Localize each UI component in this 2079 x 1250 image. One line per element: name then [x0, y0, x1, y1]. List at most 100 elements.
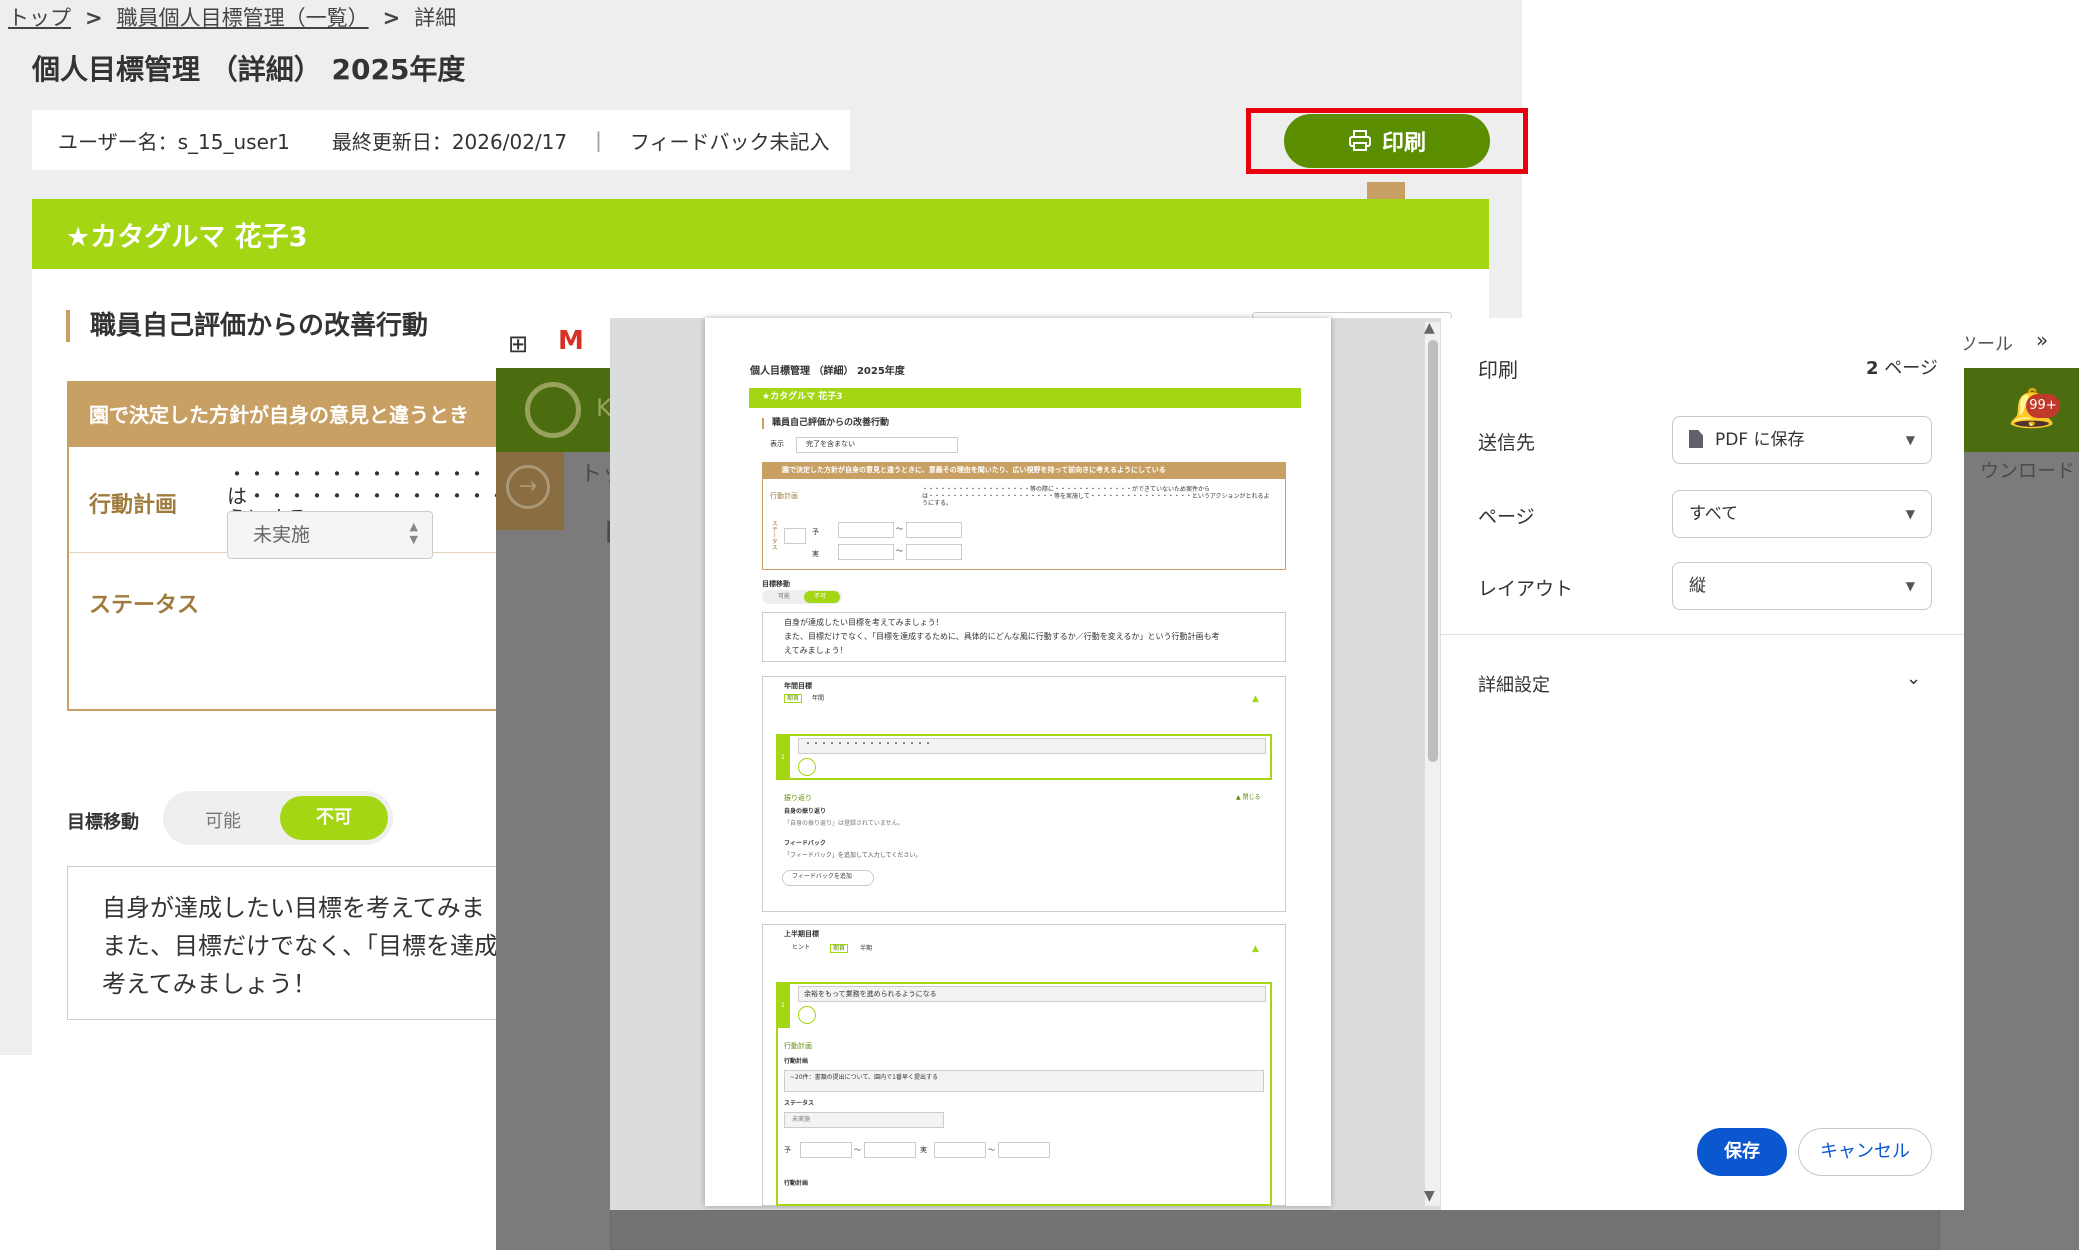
- feedback-status: フィードバック未記入: [629, 129, 830, 154]
- page-count-number: 2: [1866, 358, 1879, 379]
- info-bar: ユーザー名：s_15_user1 最終更新日：2026/02/17 | フィード…: [32, 110, 850, 170]
- gmail-icon[interactable]: M: [558, 326, 584, 356]
- dropdown-icon: ▼: [1905, 507, 1915, 521]
- preview-ji: 実: [920, 1146, 927, 1154]
- preview-toggle-no: 不可: [814, 593, 827, 600]
- toggle-option-no[interactable]: 不可: [280, 796, 388, 840]
- preview-date-box: [838, 522, 894, 538]
- printer-icon: [1348, 130, 1371, 151]
- breadcrumb-separator: >: [85, 6, 103, 30]
- preview-status-select: [784, 528, 806, 544]
- breadcrumb-list-link[interactable]: 職員個人目標管理（一覧）: [117, 6, 369, 30]
- destination-value: PDF に保存: [1715, 430, 1805, 450]
- preview-tilde: ～: [896, 525, 903, 533]
- preview-hint-line: また、目標だけでなく、「目標を達成するために、具体的にどんな風に行動するか／行動…: [784, 632, 1220, 641]
- app-logo-icon: [525, 382, 581, 438]
- status-value: 未実施: [253, 524, 311, 546]
- sidebar-toggle[interactable]: →: [496, 452, 564, 530]
- plan-text-line: ・・・・・・・・・・・・・: [227, 462, 487, 486]
- dropdown-icon: ▼: [1905, 579, 1915, 593]
- preview-plan-label3: 行動計画: [784, 1180, 809, 1187]
- status-select[interactable]: 未実施 ▲ ▼: [227, 511, 433, 559]
- panel-divider: [1440, 634, 1964, 635]
- arrow-right-icon: →: [506, 465, 550, 509]
- preview-title: 個人目標管理 （詳細） 2025年度: [750, 366, 905, 377]
- breadcrumb: トップ > 職員個人目標管理（一覧） > 詳細: [8, 2, 456, 32]
- preview-date-box: [906, 522, 962, 538]
- hint-line: また、目標だけでなく、「目標を達成: [102, 932, 498, 960]
- section-title: 職員自己評価からの改善行動: [66, 310, 428, 342]
- preview-reflect: 振り返り: [784, 794, 812, 802]
- preview-tilde: ～: [896, 547, 903, 555]
- preview-status-label: ステータス: [770, 520, 778, 550]
- policy-card: 園で決定した方針が自身の意見と違うとき 行動計画 ・・・・・・・・・・・・・ は…: [67, 381, 527, 711]
- goal-move-label: 目標移動: [67, 812, 139, 833]
- preview-date-box: [998, 1142, 1050, 1158]
- print-button[interactable]: 印刷: [1284, 114, 1490, 168]
- preview-goal2: 余裕をもって業務を進められるようになる: [804, 990, 937, 998]
- save-button[interactable]: 保存: [1697, 1128, 1787, 1176]
- preview-dots: ・・・・・・・・・・・・・・・・: [804, 739, 932, 748]
- preview-goal-move: 目標移動: [762, 580, 790, 588]
- preview-tree-icon: ▲: [1252, 694, 1259, 704]
- staff-name-bar: ★カタグルマ 花子3: [32, 199, 1489, 269]
- preview-display-label: 表示: [770, 440, 784, 448]
- pages-label: ページ: [1478, 506, 1535, 528]
- preview-plan2-text: ~20件：書類の提出について、園内で1番早く提出する: [790, 1074, 939, 1081]
- status-label: ステータス: [89, 593, 200, 618]
- preview-num: 1: [781, 1002, 785, 1009]
- page-count-unit: ページ: [1884, 358, 1938, 379]
- preview-plan-text: うにする。: [922, 500, 953, 507]
- preview-plan-label2: 行動計画: [784, 1058, 809, 1065]
- preview-tilde: ～: [988, 1146, 995, 1154]
- bookmark-tools[interactable]: ツール: [1959, 330, 2013, 356]
- preview-yo: 予: [784, 1146, 791, 1154]
- preview-action-plan: 行動計画: [784, 1042, 812, 1050]
- preview-close: ▲ 閉じる: [1236, 794, 1261, 801]
- layout-select[interactable]: 縦 ▼: [1672, 562, 1932, 610]
- download-link[interactable]: ウンロード: [1980, 456, 2075, 483]
- pages-select[interactable]: すべて ▼: [1672, 490, 1932, 538]
- preview-self-reflect-note: 「自身の振り返り」は登録されていません。: [784, 820, 904, 827]
- preview-date-box: [864, 1142, 916, 1158]
- hint-box: 自身が達成したい目標を考えてみま また、目標だけでなく、「目標を達成 考えてみま…: [67, 866, 537, 1020]
- goal-move-toggle[interactable]: 可能 不可: [163, 791, 393, 845]
- preview-scrollbar-thumb[interactable]: [1428, 340, 1438, 762]
- preview-feedback-note: 「フィードバック」を追加して入力してください。: [784, 852, 922, 859]
- scroll-up-icon[interactable]: ▲: [1424, 320, 1435, 336]
- preview-toggle-yes: 可能: [778, 593, 791, 600]
- preview-section: 職員自己評価からの改善行動: [762, 418, 889, 429]
- policy-header: 園で決定した方針が自身の意見と違うとき: [69, 383, 525, 447]
- divider: |: [595, 128, 602, 152]
- preview-first-half: 上半期目標: [784, 930, 819, 938]
- preview-badge-icon: [798, 758, 816, 776]
- preview-goal-card-2: [776, 982, 1272, 1206]
- print-dialog-title: 印刷: [1478, 358, 1518, 382]
- preview-badge-icon: [798, 1006, 816, 1024]
- preview-plan-text: は・・・・・・・・・・・・・・・・・・・・・等を実施して・・・・・・・・・・・・…: [922, 493, 1270, 500]
- preview-tilde: ～: [854, 1146, 861, 1154]
- destination-select[interactable]: PDF に保存 ▼: [1672, 416, 1932, 464]
- preview-self-reflect: 自身の振り返り: [784, 808, 827, 815]
- last-updated: 最終更新日：2026/02/17: [331, 129, 568, 154]
- file-icon: [1689, 430, 1703, 448]
- toggle-option-yes[interactable]: 可能: [205, 807, 241, 833]
- apps-grid-icon[interactable]: ⊞: [508, 330, 528, 358]
- plan-label: 行動計画: [89, 493, 178, 518]
- page-title: 個人目標管理 （詳細） 2025年度: [32, 53, 466, 86]
- more-bookmarks-icon[interactable]: »: [2036, 328, 2048, 352]
- breadcrumb-current: 詳細: [414, 6, 457, 30]
- preview-status-value2: 未実施: [792, 1116, 811, 1123]
- notification-badge: 99+: [2026, 394, 2060, 418]
- user-name: ユーザー名：s_15_user1: [58, 129, 290, 154]
- advanced-settings[interactable]: 詳細設定: [1478, 671, 1550, 697]
- breadcrumb-top-link[interactable]: トップ: [8, 6, 71, 30]
- cancel-button[interactable]: キャンセル: [1798, 1128, 1932, 1176]
- preview-date-box: [838, 544, 894, 560]
- scroll-down-icon[interactable]: ▼: [1424, 1188, 1435, 1204]
- preview-date-box: [800, 1142, 852, 1158]
- print-button-label: 印刷: [1381, 131, 1426, 156]
- pages-value: すべて: [1689, 504, 1739, 524]
- chevron-down-icon[interactable]: ⌄: [1906, 668, 1921, 689]
- preview-plan-label: 行動計画: [770, 492, 798, 500]
